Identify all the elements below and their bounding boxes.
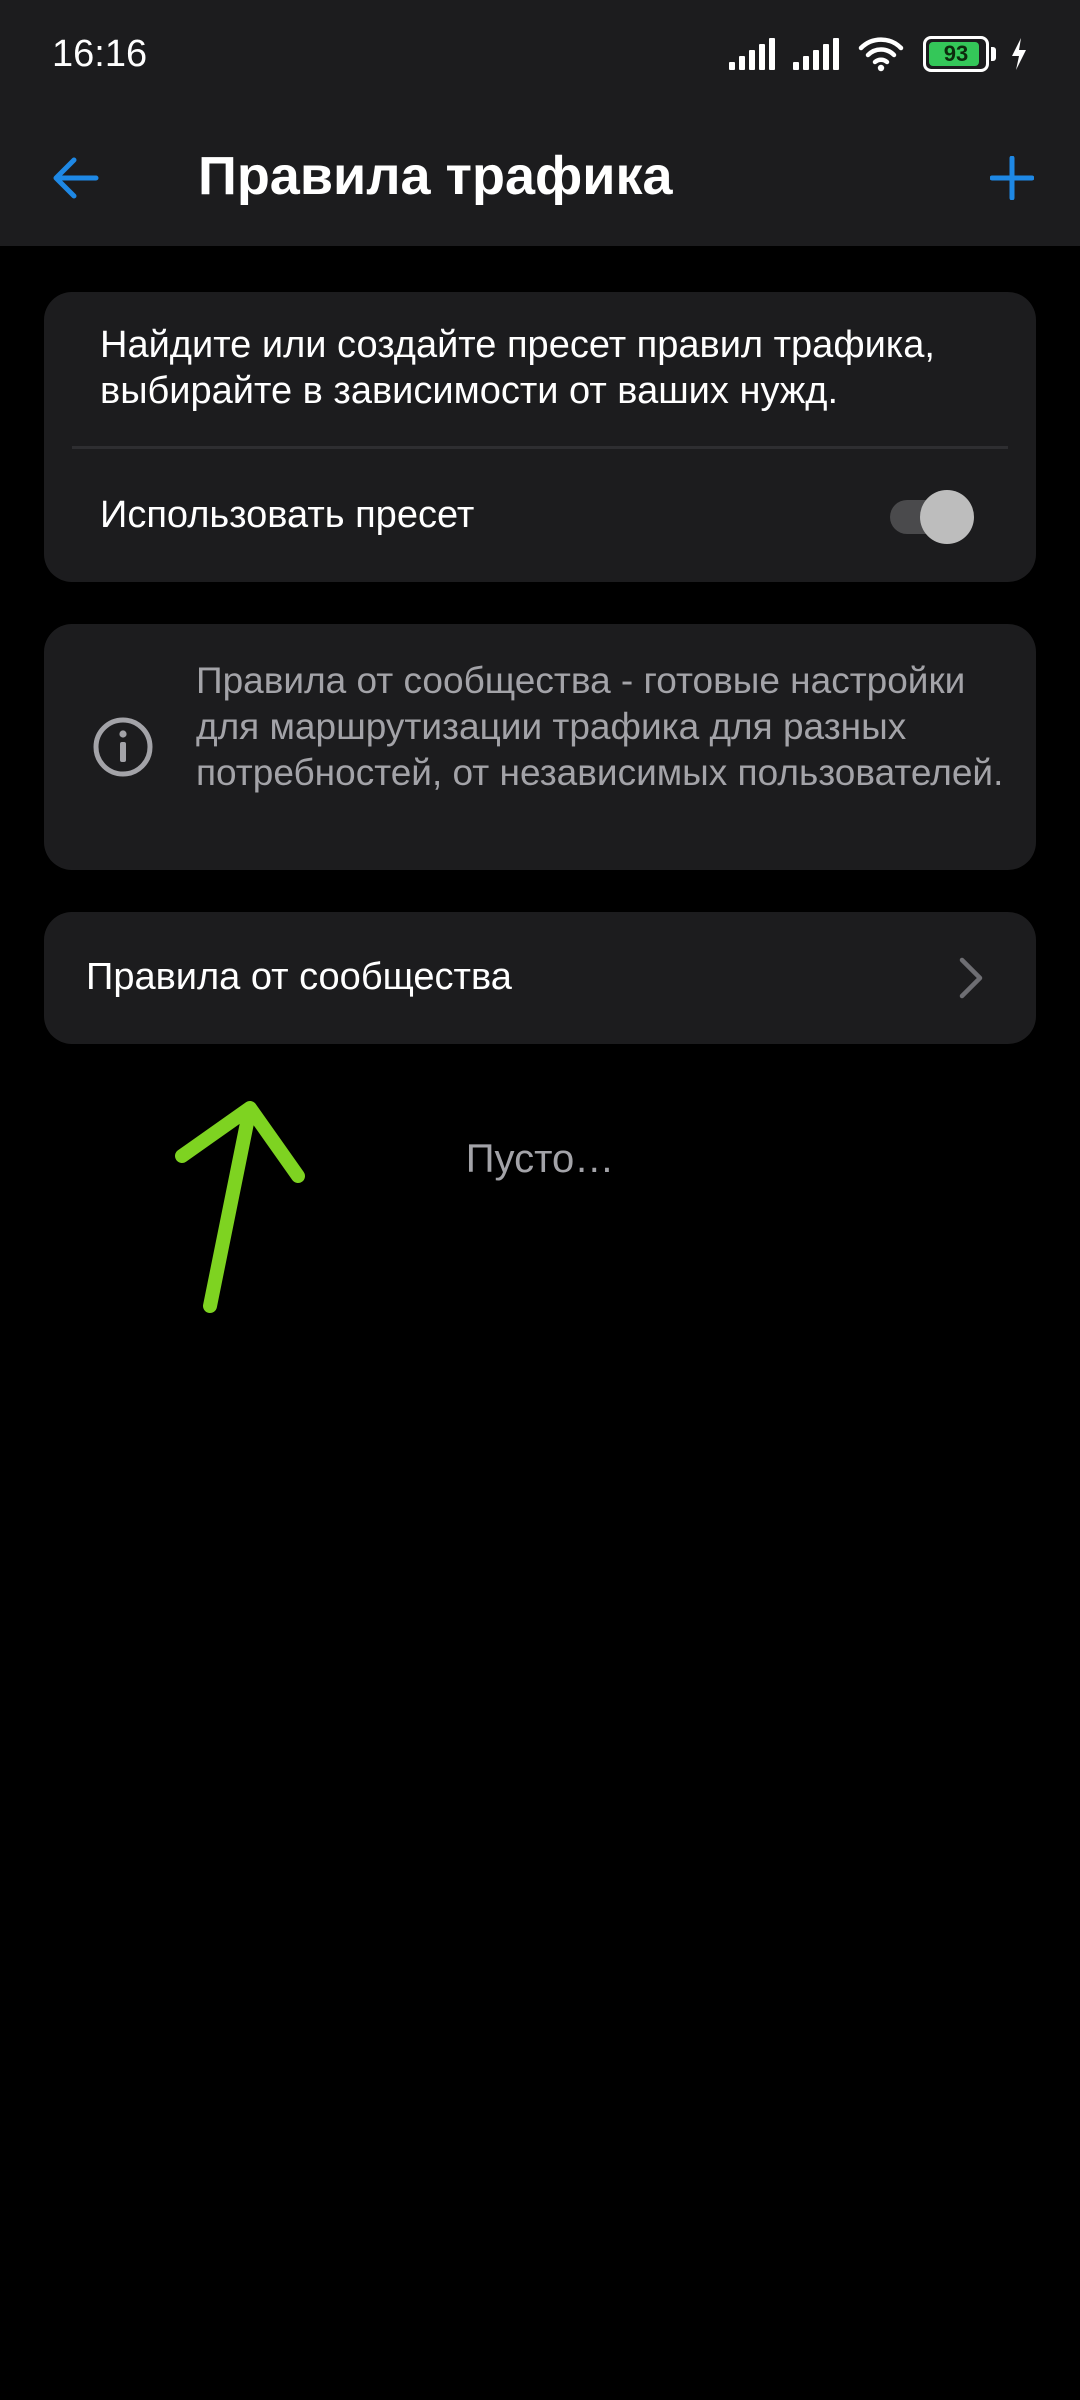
chevron-right-icon (959, 957, 983, 999)
add-button[interactable] (972, 138, 1052, 218)
toggle-knob (920, 490, 974, 544)
plus-icon (990, 156, 1034, 200)
empty-state-text: Пусто… (465, 1137, 615, 1181)
preset-description: Найдите или создайте пресет правил трафи… (100, 324, 935, 412)
arrow-left-icon (53, 157, 99, 199)
divider (72, 446, 1008, 449)
info-card: Правила от сообщества - готовые настройк… (44, 624, 1036, 870)
signal-icon (729, 38, 775, 70)
battery-level: 93 (943, 41, 969, 66)
top-region: 16:16 93 Правила трафика (0, 0, 1080, 246)
annotation-arrow-icon (175, 1101, 305, 1313)
status-bar: 16:16 93 (0, 0, 1080, 108)
community-rules-label: Правила от сообщества (86, 956, 512, 998)
info-text: Правила от сообщества - готовые настройк… (196, 660, 1004, 793)
signal-icon (793, 38, 839, 70)
app-bar: Правила трафика (0, 108, 1080, 246)
back-button[interactable] (36, 138, 116, 218)
preset-card: Найдите или создайте пресет правил трафи… (44, 292, 1036, 582)
page-title: Правила трафика (198, 146, 673, 206)
community-rules-item[interactable]: Правила от сообщества (44, 912, 1036, 1044)
battery-cap (991, 47, 996, 61)
status-icons: 93 (729, 32, 1028, 76)
battery-icon: 93 (923, 36, 989, 72)
charging-icon (1012, 38, 1026, 70)
info-icon (93, 717, 153, 777)
use-preset-label: Использовать пресет (100, 494, 475, 536)
use-preset-toggle[interactable] (876, 490, 974, 544)
status-time: 16:16 (52, 33, 148, 75)
wifi-icon (858, 37, 904, 72)
